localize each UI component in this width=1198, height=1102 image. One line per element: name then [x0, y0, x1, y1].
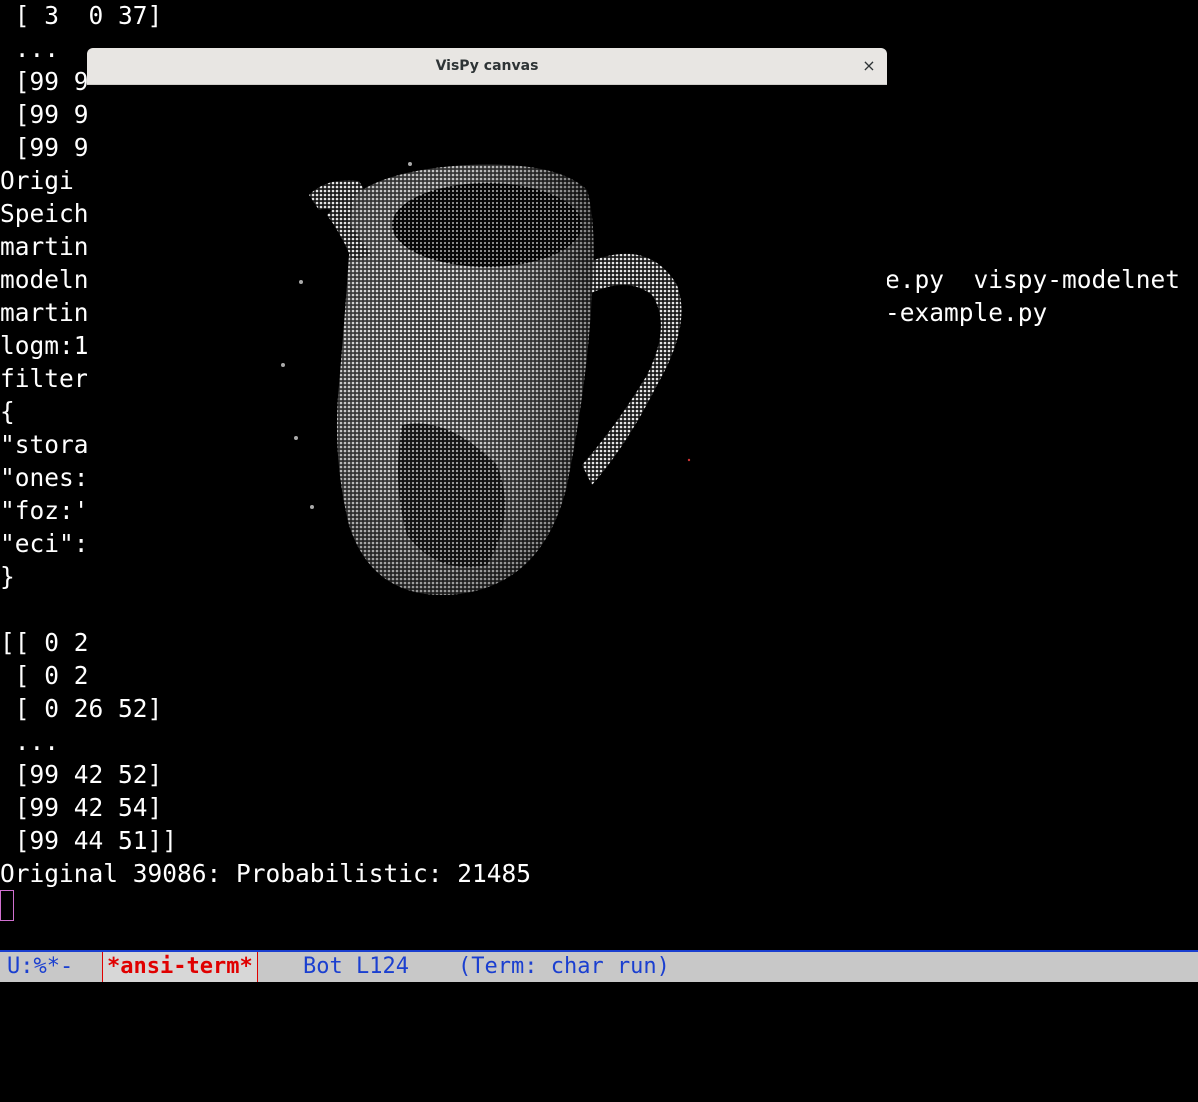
- terminal-line: Original 39086: Probabilistic: 21485: [0, 859, 532, 888]
- terminal-line: Origi: [0, 166, 74, 195]
- terminal-line: [99 44 51]]: [0, 826, 178, 855]
- close-icon[interactable]: ×: [859, 56, 879, 76]
- terminal-line: [ 3 0 37]: [0, 1, 163, 30]
- window-titlebar[interactable]: VisPy canvas ×: [87, 48, 887, 85]
- vispy-window[interactable]: VisPy canvas ×: [87, 48, 887, 608]
- modeline-position: Bot L124: [303, 954, 409, 979]
- terminal-line: [99 42 52]: [0, 760, 163, 789]
- terminal-line: [99 9: [0, 133, 89, 162]
- terminal-line: [99 9: [0, 100, 89, 129]
- terminal-line: [99 9: [0, 67, 89, 96]
- terminal-line: }: [0, 562, 15, 591]
- window-title: VisPy canvas: [435, 58, 539, 74]
- terminal-line: "stora: [0, 430, 89, 459]
- pitcher-handle: [582, 253, 682, 485]
- terminal-line: [[ 0 2: [0, 628, 89, 657]
- terminal-line: Speich: [0, 199, 89, 228]
- terminal-line: modeln: [0, 265, 89, 294]
- terminal-line: {: [0, 397, 15, 426]
- terminal-line: ...: [0, 727, 60, 756]
- terminal-fragment: -example.py: [885, 298, 1048, 327]
- terminal-line: martin: [0, 232, 89, 261]
- emacs-mode-line: U:%*- *ansi-term* Bot L124 (Term: char r…: [0, 950, 1198, 982]
- terminal-line: martin: [0, 298, 89, 327]
- terminal-line: "eci":: [0, 529, 89, 558]
- terminal-line: [ 0 26 52]: [0, 694, 163, 723]
- pitcher-opening: [392, 183, 582, 267]
- point-cloud-render: [281, 162, 691, 596]
- vispy-canvas[interactable]: [87, 85, 887, 608]
- text-cursor: [0, 890, 14, 921]
- modeline-major-mode[interactable]: (Term: char run): [458, 952, 670, 982]
- terminal-fragment: e.py vispy-modelnet: [885, 265, 1181, 294]
- terminal-line: [ 0 2: [0, 661, 89, 690]
- modeline-buffer-name[interactable]: *ansi-term*: [102, 952, 258, 982]
- modeline-status: U:%*-: [7, 954, 74, 979]
- terminal-line: [99 42 54]: [0, 793, 163, 822]
- terminal-line: "foz:': [0, 496, 89, 525]
- terminal-line: ...: [0, 34, 60, 63]
- terminal-line: logm:1: [0, 331, 89, 360]
- terminal-line: filter: [0, 364, 89, 393]
- terminal-line: "ones:: [0, 463, 89, 492]
